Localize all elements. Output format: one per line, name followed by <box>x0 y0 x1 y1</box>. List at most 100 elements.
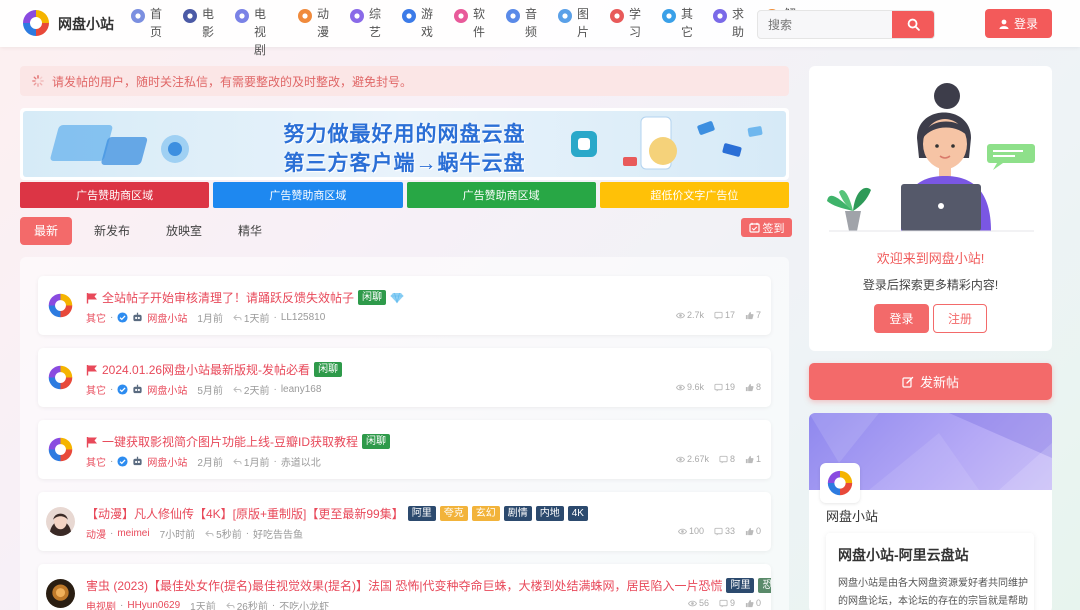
post-card[interactable]: 全站帖子开始审核清理了！请踊跃反馈失效帖子 闲聊 其它 · 网盘小站 1月前 1天前 · LL1… <box>38 276 771 335</box>
post-author[interactable]: 网盘小站 <box>147 382 187 397</box>
reply-icon <box>233 386 242 393</box>
site-logo-avatar-icon[interactable] <box>46 435 75 464</box>
post-last-replier[interactable]: leany168 <box>281 384 322 395</box>
eye-icon <box>675 312 685 318</box>
post-tag[interactable]: 剧情 <box>503 506 532 521</box>
site-logo-icon[interactable] <box>20 7 52 39</box>
post-title[interactable]: 全站帖子开始审核清理了！请踊跃反馈失效帖子 <box>102 289 354 306</box>
ad-slot-4[interactable]: 超低价文字广告位 <box>599 182 789 208</box>
post-category[interactable]: 动漫 <box>86 526 106 541</box>
post-author[interactable]: HHyun0629 <box>127 600 180 610</box>
post-views-count: 2.67k <box>686 454 709 464</box>
sign-in-button[interactable]: 签到 <box>741 218 792 237</box>
post-last-replier[interactable]: LL125810 <box>281 312 326 323</box>
post-views: 9.6k <box>675 382 704 392</box>
post-likes: 7 <box>745 310 761 320</box>
tab-3[interactable]: 放映室 <box>152 217 216 245</box>
nav-item-5[interactable]: 综艺 <box>349 5 405 41</box>
post-tag[interactable]: 玄幻 <box>471 506 500 521</box>
thumbs-up-icon <box>745 311 754 319</box>
post-category[interactable]: 电视剧 <box>86 598 116 610</box>
post-title[interactable]: 一键获取影视简介图片功能上线-豆瓣ID获取教程 <box>102 433 358 450</box>
ad-slot-2[interactable]: 广告赞助商区域 <box>213 182 403 208</box>
post-tag[interactable]: 内地 <box>535 506 564 521</box>
promo-banner[interactable]: 努力做最好用的网盘云盘 第三方客户端→蜗牛云盘 <box>20 108 789 180</box>
tv-icon <box>235 9 249 23</box>
post-reply-info: 26秒前 <box>225 598 268 610</box>
nav-item-11[interactable]: 其它 <box>661 5 717 41</box>
post-time: 1天前 <box>190 602 216 610</box>
nav-item-1[interactable]: 首页 <box>130 5 186 41</box>
post-title[interactable]: 【动漫】凡人修仙传【4K】[原版+重制版]【更至最新99集】 <box>86 505 404 522</box>
site-brand-name[interactable]: 网盘小站 <box>58 14 114 34</box>
post-card[interactable]: 2024.01.26网盘小站最新版规-发帖必看 闲聊 其它 · 网盘小站 5月前 2天前 · l… <box>38 348 771 407</box>
ad-slot-1[interactable]: 广告赞助商区域 <box>20 182 210 208</box>
reply-icon <box>225 602 235 609</box>
post-tag[interactable]: 闲聊 <box>358 290 387 305</box>
post-last-replier[interactable]: 不吃小龙虾 <box>279 598 329 610</box>
user-avatar-icon[interactable] <box>46 507 75 536</box>
user-avatar-icon[interactable] <box>46 579 75 608</box>
site-intro-title: 网盘小站-阿里云盘站 <box>838 547 969 563</box>
post-tag[interactable]: 夸克 <box>439 506 468 521</box>
post-tag[interactable]: 闲聊 <box>314 362 343 377</box>
nav-item-7[interactable]: 软件 <box>453 5 509 41</box>
post-views-count: 2.7k <box>686 310 704 320</box>
nav-item-8[interactable]: 音频 <box>505 5 561 41</box>
post-title[interactable]: 害虫 (2023)【最佳处女作(提名)最佳视觉效果(提名)】法国 恐怖|代变种夺… <box>86 577 722 594</box>
nav-label: 学习 <box>629 7 656 39</box>
post-card[interactable]: 一键获取影视简介图片功能上线-豆瓣ID获取教程 闲聊 其它 · 网盘小站 2月前 1月前 · 赤… <box>38 420 771 479</box>
header-login-button[interactable]: 登录 <box>985 9 1052 38</box>
post-category[interactable]: 其它 <box>86 454 106 469</box>
handshake-icon <box>713 9 727 23</box>
nav-label: 求助 <box>732 7 759 39</box>
nav-item-3[interactable]: 电视剧 <box>234 5 290 59</box>
search-input[interactable] <box>758 11 894 38</box>
nav-item-10[interactable]: 学习 <box>609 5 665 41</box>
post-tag[interactable]: 阿里 <box>726 578 755 593</box>
nav-item-6[interactable]: 游戏 <box>401 5 457 41</box>
tab-4[interactable]: 精华 <box>224 217 276 245</box>
ad-slot-3[interactable]: 广告赞助商区域 <box>406 182 596 208</box>
post-author[interactable]: 网盘小站 <box>147 310 187 325</box>
banner-line-1: 努力做最好用的网盘云盘 <box>283 123 526 146</box>
post-comments: 8 <box>719 454 735 464</box>
nav-item-9[interactable]: 图片 <box>557 5 613 41</box>
sidebar-register-button[interactable]: 注册 <box>933 304 987 333</box>
post-time: 1月前 <box>197 314 223 325</box>
post-author[interactable]: 网盘小站 <box>147 454 187 469</box>
site-logo-avatar-icon[interactable] <box>46 291 75 320</box>
post-likes: 0 <box>745 598 761 608</box>
meta-dot: · <box>273 456 277 467</box>
post-tag[interactable]: 4K <box>567 506 588 521</box>
comment-icon <box>719 599 728 608</box>
nav-item-4[interactable]: 动漫 <box>297 5 353 41</box>
post-category[interactable]: 其它 <box>86 310 106 325</box>
post-category[interactable]: 其它 <box>86 382 106 397</box>
post-tag[interactable]: 阿里 <box>407 506 436 521</box>
post-meta: 其它 · 网盘小站 1月前 1天前 · LL125810 <box>86 310 325 325</box>
post-reply-time: 1月前 <box>243 458 270 469</box>
post-last-replier[interactable]: 赤道以北 <box>281 454 321 469</box>
tab-2[interactable]: 新发布 <box>80 217 144 245</box>
sidebar-login-button[interactable]: 登录 <box>874 304 929 333</box>
post-title[interactable]: 2024.01.26网盘小站最新版规-发帖必看 <box>102 361 310 378</box>
post-last-replier[interactable]: 好吃告告鱼 <box>253 526 303 541</box>
post-card[interactable]: 【动漫】凡人修仙传【4K】[原版+重制版]【更至最新99集】 阿里 夸克 玄幻 剧情 内地… <box>38 492 771 551</box>
nav-item-2[interactable]: 电影 <box>182 5 238 41</box>
post-card[interactable]: 害虫 (2023)【最佳处女作(提名)最佳视觉效果(提名)】法国 恐怖|代变种夺… <box>38 564 771 610</box>
site-logo-avatar-icon[interactable] <box>46 363 75 392</box>
post-time: 7小时前 <box>159 530 196 541</box>
search-button[interactable] <box>892 11 934 38</box>
tab-1[interactable]: 最新 <box>20 217 73 245</box>
eye-icon <box>677 528 687 534</box>
reply-icon <box>205 530 214 537</box>
post-reply-time: 1天前 <box>243 314 270 325</box>
post-tag[interactable]: 恐怖 <box>758 578 771 593</box>
post-author[interactable]: meimei <box>117 528 149 539</box>
post-views-count: 56 <box>698 598 709 608</box>
post-stats: 2.7k 17 7 <box>675 310 761 320</box>
post-tag[interactable]: 闲聊 <box>362 434 390 449</box>
site-intro-text: 网盘小站是由各大网盘资源爱好者共同维护的网盘论坛，本论坛的存在的宗旨就是帮助 <box>838 578 1028 607</box>
new-post-button[interactable]: 发新帖 <box>809 363 1052 400</box>
